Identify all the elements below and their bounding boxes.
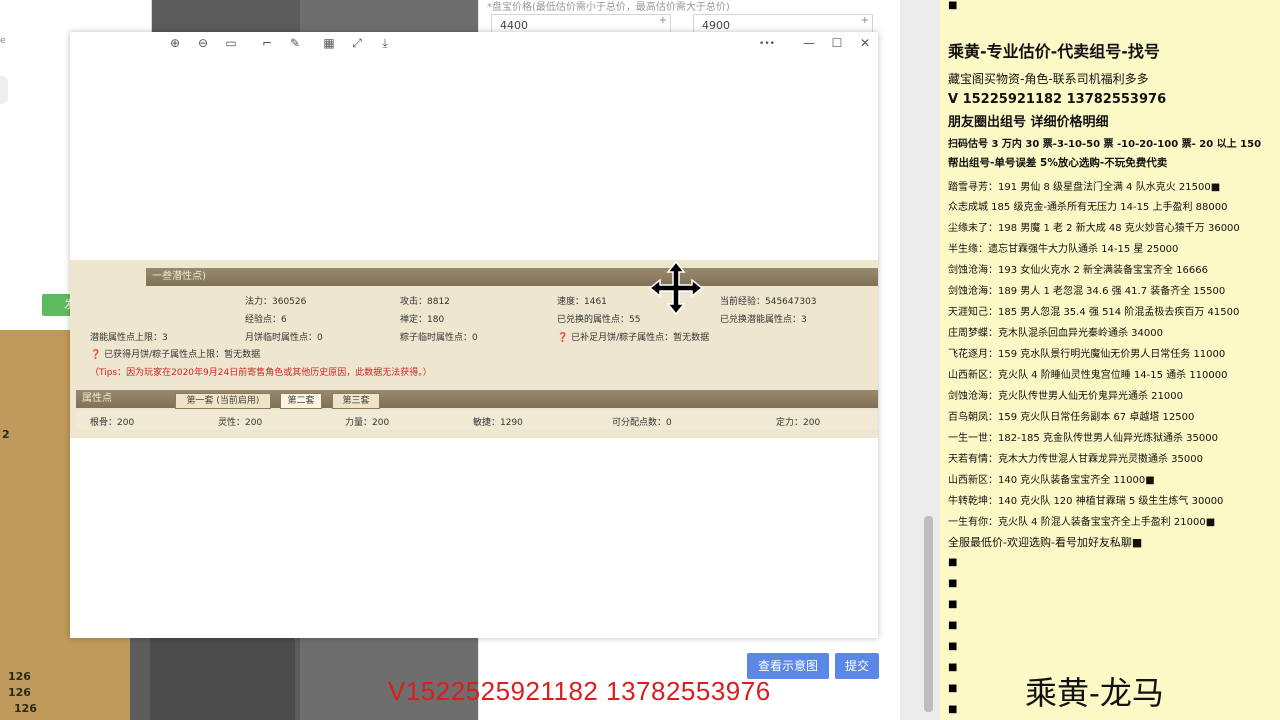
edit-icon[interactable]: ✎ bbox=[286, 36, 304, 50]
attr-bone: 根骨：200 bbox=[90, 418, 135, 428]
stat-supplemented: ❓ 已补足月饼/粽子属性点：暂无数据 bbox=[557, 333, 710, 343]
minimize-icon[interactable]: — bbox=[800, 36, 818, 50]
scrollbar-thumb[interactable] bbox=[924, 516, 933, 712]
stat-cap-text: 已获得月饼/粽子属性点上限：暂无数据 bbox=[104, 350, 261, 360]
bullet-square: ■ bbox=[948, 620, 958, 631]
chat-label: e bbox=[0, 36, 6, 46]
attr-focus: 定力：200 bbox=[776, 418, 821, 428]
stat-mana: 法力：360526 bbox=[245, 297, 307, 307]
ad-line: 藏宝阁买物资-角色-联系司机福利多多 bbox=[948, 72, 1149, 86]
bullet-square: ■ bbox=[948, 599, 958, 610]
tips-text: （Tips：因为玩家在2020年9月24日前寄售角色或其他历史原因，此数据无法获… bbox=[90, 368, 432, 378]
stat-attack: 攻击：8812 bbox=[400, 297, 450, 307]
stat-mooncake: 月饼临时属性点：0 bbox=[245, 333, 323, 343]
fullscreen-icon[interactable]: ⤢ bbox=[348, 36, 366, 51]
ad-panel: ■ 乘黄-专业估价-代卖组号-找号 藏宝阁买物资-角色-联系司机福利多多 V 1… bbox=[940, 0, 1280, 720]
mosaic-icon[interactable]: ▦ bbox=[320, 36, 338, 50]
ad-line: 众志成城 185 级克金-通杀所有无压力 14-15 上手盈利 88000 bbox=[948, 202, 1228, 213]
bullet-square: ■ bbox=[948, 683, 958, 694]
stat-exp-points: 经验点：6 bbox=[245, 315, 287, 325]
attr-agility: 敏捷：1290 bbox=[473, 418, 523, 428]
stepper-icon[interactable]: + bbox=[861, 15, 869, 26]
side-number: 2 bbox=[2, 428, 10, 441]
side-number: 126 bbox=[8, 670, 31, 683]
ad-line: 牛转乾坤：140 克火队 120 神植甘霖瑞 5 级生生炼气 30000 bbox=[948, 496, 1224, 507]
maximize-icon[interactable]: ☐ bbox=[828, 36, 846, 50]
attr-spirit: 灵性：200 bbox=[218, 418, 263, 428]
download-icon[interactable]: ⤓ bbox=[376, 36, 394, 51]
zoom-in-icon[interactable]: ⊕ bbox=[166, 36, 184, 50]
section-header: 一叁潜性点) bbox=[146, 268, 878, 286]
stat-supplemented-text: 已补足月饼/粽子属性点：暂无数据 bbox=[571, 333, 710, 343]
stat-cap-info: ❓ 已获得月饼/粽子属性点上限：暂无数据 bbox=[90, 350, 261, 360]
tab-set-three[interactable]: 第三套 bbox=[332, 393, 380, 409]
ad-line: 朋友圈出组号 详细价格明细 bbox=[948, 115, 1109, 130]
stat-zen: 禅定：180 bbox=[400, 315, 445, 325]
move-cursor-icon bbox=[648, 260, 704, 316]
attr-free-points: 可分配点数：0 bbox=[612, 418, 672, 428]
bullet-square: ■ bbox=[948, 578, 958, 589]
bullet-square: ■ bbox=[948, 641, 958, 652]
zoom-out-icon[interactable]: ⊖ bbox=[194, 36, 212, 50]
chat-input-edge[interactable] bbox=[0, 76, 8, 104]
stat-exchanged-potential: 已兑换潜能属性点：3 bbox=[720, 315, 807, 325]
stat-speed: 速度：1461 bbox=[557, 297, 607, 307]
side-number: 126 bbox=[8, 686, 31, 699]
ad-line: 飞花逐月：159 克水队景行明光魔仙无价男人日常任务 11000 bbox=[948, 349, 1226, 360]
ad-line: 剑蚀沧海：克火队传世男人仙无价鬼异光通杀 21000 bbox=[948, 391, 1183, 402]
tab-set-two[interactable]: 第二套 bbox=[280, 393, 322, 409]
tab-set-one[interactable]: 第一套 (当前启用) bbox=[175, 393, 271, 409]
close-icon[interactable]: ✕ bbox=[856, 36, 874, 50]
scroll-area bbox=[900, 0, 940, 720]
ad-line: 全服最低价-欢迎选购-看号加好友私聊■ bbox=[948, 536, 1143, 549]
max-price-value: 4900 bbox=[702, 19, 730, 32]
ad-line: 山西新区：克火队 4 阶睡仙灵性鬼宫位睡 14-15 通杀 110000 bbox=[948, 370, 1228, 381]
ad-line: 一生一世：182-185 克金队传世男人仙异光炼狱通杀 35000 bbox=[948, 433, 1218, 444]
bullet-square: ■ bbox=[948, 0, 958, 11]
ad-line: 扫码估号 3 万内 30 票-3-10-50 票 -10-20-100 票- 2… bbox=[948, 139, 1262, 150]
submit-button[interactable]: 提交 bbox=[835, 653, 879, 679]
ad-signature: 乘黄-龙马 bbox=[1025, 674, 1164, 712]
ad-line: 天若有情：克木大力传世混人甘霖龙异光灵擞通杀 35000 bbox=[948, 454, 1203, 465]
min-price-value: 4400 bbox=[500, 19, 528, 32]
ad-title: 乘黄-专业估价-代卖组号-找号 bbox=[948, 42, 1160, 61]
viewer-toolbar: ⊕ ⊖ ▭ ⌐ ✎ ▦ ⤢ ⤓ ••• — ☐ ✕ bbox=[70, 32, 878, 58]
side-number: 126 bbox=[14, 702, 37, 715]
ad-line: 百鸟朝凤：159 克火队日常任务副本 67 卓越塔 12500 bbox=[948, 412, 1195, 423]
ad-line: V 15225921182 13782553976 bbox=[948, 92, 1167, 107]
fit-icon[interactable]: ▭ bbox=[222, 36, 240, 50]
attr-strength: 力量：200 bbox=[345, 418, 390, 428]
ad-line: 踏雪寻芳：191 男仙 8 级星盘法门全满 4 队水克火 21500■ bbox=[948, 182, 1221, 193]
ad-line: 剑蚀沧海：193 女仙火克水 2 新全满装备宝宝齐全 16666 bbox=[948, 265, 1208, 276]
crop-icon[interactable]: ⌐ bbox=[258, 36, 276, 50]
ad-line: 山西新区：140 克火队装备宝宝齐全 11000■ bbox=[948, 475, 1155, 486]
stepper-icon[interactable]: + bbox=[659, 15, 667, 26]
ad-line: 剑蚀沧海：189 男人 1 老忽混 34.6 强 41.7 装备齐全 15500 bbox=[948, 286, 1226, 297]
price-hint: *盘宝价格(最低估价需小于总价，最高估价需大于总价) bbox=[487, 2, 730, 13]
overlay-contact: V1522525921182 13782553976 bbox=[388, 676, 771, 706]
bullet-square: ■ bbox=[948, 704, 958, 715]
ad-line: 天涯知己：185 男人忽混 35.4 强 514 阶混孟极去疾百万 41500 bbox=[948, 307, 1240, 318]
bullet-square: ■ bbox=[948, 662, 958, 673]
ad-line: 庄周梦蝶：克木队混杀回血异光秦岭通杀 34000 bbox=[948, 328, 1163, 339]
bullet-square: ■ bbox=[948, 557, 958, 568]
ad-line: 尘缘未了：198 男魔 1 老 2 新大成 48 克火妙音心猿千万 36000 bbox=[948, 223, 1240, 234]
ad-line: 帮出组号-单号误差 5%放心选购-不玩免费代卖 bbox=[948, 157, 1168, 169]
more-icon[interactable]: ••• bbox=[758, 39, 776, 49]
stat-zongzi: 粽子临时属性点：0 bbox=[400, 333, 478, 343]
stat-potential-cap: 潜能属性点上限：3 bbox=[90, 333, 168, 343]
ad-line: 一生有你：克火队 4 阶混人装备宝宝齐全上手盈利 21000■ bbox=[948, 517, 1216, 528]
ad-line: 半生缘：遗忘甘霖强牛大力队通杀 14-15 星 25000 bbox=[948, 244, 1179, 255]
stat-exchanged: 已兑换的属性点：55 bbox=[557, 315, 641, 325]
stat-exp: 当前经验：545647303 bbox=[720, 297, 817, 307]
